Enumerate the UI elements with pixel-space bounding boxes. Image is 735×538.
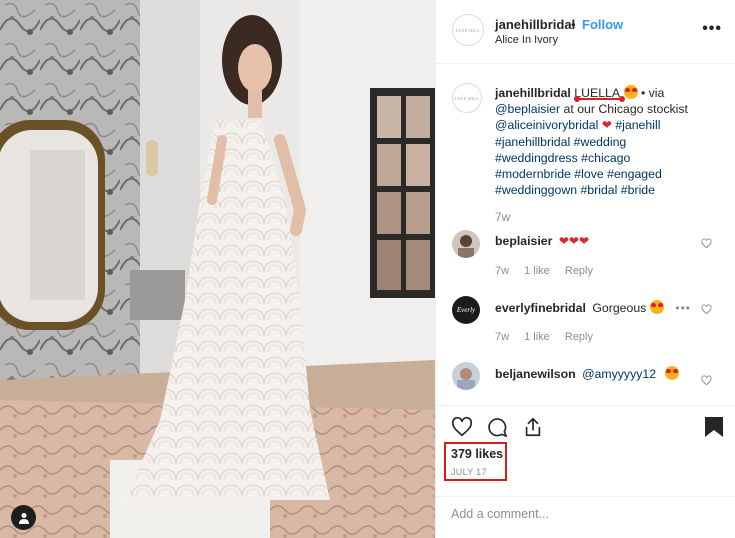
comment-time: 7w — [495, 265, 510, 277]
heart-emoji-icon: ❤ — [601, 118, 612, 133]
share-icon[interactable] — [522, 416, 544, 438]
hashtag-line-2[interactable]: #janehillbridal #wedding — [495, 135, 626, 149]
heart-eyes-emoji-icon — [623, 85, 638, 99]
likes-count[interactable]: 379 likes — [451, 447, 503, 461]
avatar-photo-icon — [452, 362, 480, 390]
caption-username[interactable]: janehillbridal — [495, 86, 571, 100]
commenter-avatar[interactable] — [452, 230, 480, 258]
bookmark-icon[interactable] — [704, 416, 724, 438]
comment-meta: 7w 1 like Reply — [495, 331, 605, 343]
everly-logo: Everly — [456, 306, 476, 314]
comment-time: 7w — [495, 331, 510, 343]
comment-body: Gorgeous — [592, 301, 647, 315]
post-date: JULY 17 — [451, 467, 487, 477]
heart-emoji-icon: ❤ — [568, 234, 579, 248]
reply-button[interactable]: Reply — [565, 265, 593, 277]
heart-icon[interactable] — [451, 416, 473, 438]
caption-avatar[interactable]: JANE HILL — [452, 83, 482, 113]
commenter-avatar[interactable] — [452, 362, 480, 390]
comment-meta: 7w 1 like Reply — [495, 265, 605, 277]
comment-text: beljanewilson @amyyyyy12 — [495, 366, 680, 381]
reply-button[interactable]: Reply — [565, 331, 593, 343]
author-avatar[interactable]: JANE HILL — [452, 14, 484, 46]
avatar-logo-text: JANE HILL — [455, 27, 481, 33]
hashtag-line-3[interactable]: #weddingdress #chicago — [495, 151, 630, 165]
user-tag-button[interactable] — [11, 505, 36, 530]
luella-annotation: LUELLA — [574, 85, 625, 102]
hashtag-line-5[interactable]: #weddinggown #bridal #bride — [495, 183, 655, 197]
caption-at-text: at our Chicago stockist — [563, 102, 688, 117]
comment-item: Everly everlyfinebridal Gorgeous ••• 7w … — [436, 296, 735, 352]
comment-options-icon[interactable]: ••• — [675, 301, 691, 315]
more-options-icon[interactable]: ••• — [702, 20, 722, 38]
post-side-panel: JANE HILL janehillbridal • Follow Alice … — [435, 0, 735, 538]
comment-text: everlyfinebridal Gorgeous — [495, 300, 664, 315]
caption-timestamp: 7w — [495, 210, 511, 224]
post-photo[interactable] — [0, 0, 435, 538]
comment-like-heart-icon[interactable] — [701, 375, 712, 386]
user-tag-icon — [18, 512, 29, 524]
comment-like-heart-icon[interactable] — [701, 304, 712, 315]
comment-like-heart-icon[interactable] — [701, 238, 712, 249]
commenter-avatar[interactable]: Everly — [452, 296, 480, 324]
add-comment-section — [436, 496, 735, 538]
caption-via: • via — [640, 86, 665, 100]
heart-eyes-emoji-icon — [649, 300, 664, 314]
add-comment-input[interactable] — [451, 507, 711, 521]
post-header: JANE HILL janehillbridal • Follow Alice … — [436, 0, 735, 64]
location-link[interactable]: Alice In Ivory — [495, 34, 558, 46]
follow-button[interactable]: Follow — [582, 17, 623, 32]
comments-list[interactable]: JANE HILL janehillbridal LUELLA • via @b… — [436, 65, 735, 405]
author-username[interactable]: janehillbridal — [495, 17, 575, 32]
mention-amyyyyy12[interactable]: @amyyyyy12 — [582, 367, 656, 381]
comment-username[interactable]: everlyfinebridal — [495, 301, 586, 315]
red-underline-annotation — [574, 96, 625, 102]
separator-dot: • — [571, 17, 576, 32]
comment-username[interactable]: beplaisier — [495, 234, 552, 248]
mention-aliceinivorybridal[interactable]: @aliceinivorybridal — [495, 118, 598, 132]
comment-username[interactable]: beljanewilson — [495, 367, 576, 381]
bridal-photo-illustration — [0, 0, 435, 538]
comment-item: beplaisier ❤❤❤ 7w 1 like Reply — [436, 230, 735, 286]
comment-icon[interactable] — [486, 416, 508, 438]
heart-emoji-icon: ❤ — [578, 234, 590, 248]
hashtag-line-4[interactable]: #modernbride #love #engaged — [495, 167, 662, 181]
heart-emoji-icon: ❤ — [558, 234, 569, 248]
hashtag-line-1[interactable]: #janehill — [615, 118, 660, 132]
comment-likes[interactable]: 1 like — [524, 265, 550, 277]
mention-beplaisier[interactable]: @beplaisier — [495, 102, 560, 116]
comment-text: beplaisier ❤❤❤ — [495, 234, 589, 248]
avatar-photo-icon — [452, 230, 480, 258]
comment-likes[interactable]: 1 like — [524, 331, 550, 343]
heart-eyes-emoji-icon — [665, 366, 680, 380]
comment-item: beljanewilson @amyyyyy12 — [436, 362, 735, 405]
post-caption: janehillbridal LUELLA • via @beplaisier … — [495, 85, 723, 198]
avatar-logo-text: JANE HILL — [454, 95, 480, 101]
